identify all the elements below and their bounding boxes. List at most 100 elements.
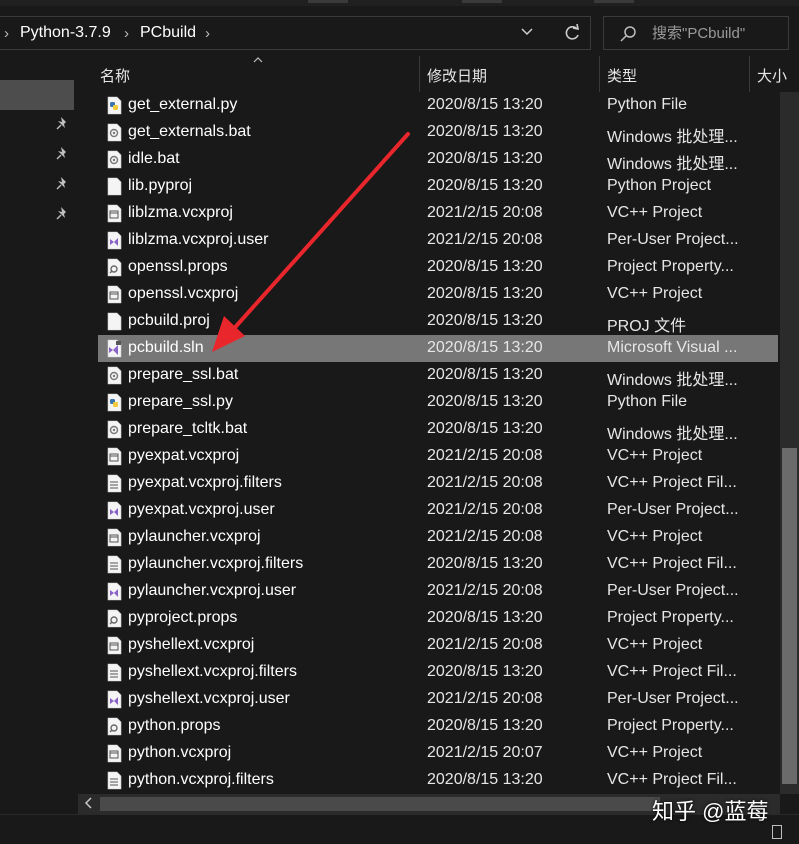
file-row[interactable]: pyshellext.vcxproj.filters 2020/8/15 13:2…	[98, 659, 778, 686]
file-name[interactable]: pcbuild.sln	[128, 339, 204, 357]
file-name[interactable]: pyshellext.vcxproj.filters	[128, 663, 297, 681]
file-row[interactable]: liblzma.vcxproj 2021/2/15 20:08 VC++ Proje…	[98, 200, 778, 227]
file-name[interactable]: pyexpat.vcxproj.user	[128, 501, 275, 519]
file-row[interactable]: prepare_ssl.py 2020/8/15 13:20 Python File	[98, 389, 778, 416]
file-date: 2020/8/15 13:20	[427, 285, 543, 302]
file-name[interactable]: pylauncher.vcxproj	[128, 528, 261, 546]
file-name[interactable]: idle.bat	[128, 150, 180, 168]
file-row[interactable]: pyexpat.vcxproj.user 2021/2/15 20:08 Per-U…	[98, 497, 778, 524]
vs-user-file-icon	[106, 231, 122, 250]
pin-icon[interactable]	[56, 206, 70, 222]
vertical-scroll-thumb[interactable]	[782, 448, 797, 784]
column-size-label: 大小	[757, 68, 788, 85]
batch-file-icon	[106, 420, 122, 439]
pin-icon[interactable]	[56, 176, 70, 192]
ribbon-tab-fragment[interactable]	[594, 0, 634, 3]
file-name[interactable]: lib.pyproj	[128, 177, 192, 195]
file-row[interactable]: python.vcxproj 2021/2/15 20:07 VC++ Projec…	[98, 740, 778, 767]
file-type: Project Property...	[607, 258, 734, 275]
file-row[interactable]: liblzma.vcxproj.user 2021/2/15 20:08 Per-U…	[98, 227, 778, 254]
ribbon-tab-fragment[interactable]	[462, 0, 502, 3]
file-row[interactable]: pyshellext.vcxproj 2021/2/15 20:08 VC++ Pr…	[98, 632, 778, 659]
file-row[interactable]: python.vcxproj.filters 2020/8/15 13:20 VC+…	[98, 767, 778, 794]
file-row[interactable]: openssl.props 2020/8/15 13:20 Project Prop…	[98, 254, 778, 281]
file-type: Windows 批处理...	[607, 372, 738, 389]
pin-icon[interactable]	[56, 146, 70, 162]
file-row[interactable]: openssl.vcxproj 2020/8/15 13:20 VC++ Proje…	[98, 281, 778, 308]
file-date: 2021/2/15 20:08	[427, 204, 543, 221]
refresh-icon[interactable]	[562, 21, 582, 50]
batch-file-icon	[106, 150, 122, 169]
search-input[interactable]	[652, 17, 784, 49]
file-name[interactable]: python.vcxproj.filters	[128, 771, 274, 789]
vertical-scrollbar[interactable]	[780, 92, 799, 794]
file-name[interactable]: prepare_tcltk.bat	[128, 420, 247, 438]
file-date: 2021/2/15 20:08	[427, 474, 543, 491]
file-row[interactable]: prepare_ssl.bat 2020/8/15 13:20 Windows 批处…	[98, 362, 778, 389]
file-row[interactable]: pyexpat.vcxproj 2021/2/15 20:08 VC++ Proje…	[98, 443, 778, 470]
file-name[interactable]: prepare_ssl.bat	[128, 366, 238, 384]
column-size[interactable]: 大小	[750, 56, 799, 92]
file-row[interactable]: get_external.py 2020/8/15 13:20 Python Fil…	[98, 92, 778, 119]
file-name[interactable]: liblzma.vcxproj	[128, 204, 233, 222]
breadcrumb-separator[interactable]: ›	[205, 25, 210, 42]
file-name[interactable]: prepare_ssl.py	[128, 393, 233, 411]
file-type: Project Property...	[607, 717, 734, 734]
file-type: VC++ Project	[607, 285, 703, 302]
file-row[interactable]: pcbuild.proj 2020/8/15 13:20 PROJ 文件	[98, 308, 778, 335]
search-box[interactable]	[603, 16, 789, 50]
file-type: VC++ Project	[607, 204, 703, 221]
pin-icon[interactable]	[56, 116, 70, 132]
file-name[interactable]: pyproject.props	[128, 609, 237, 627]
file-row[interactable]: pylauncher.vcxproj 2021/2/15 20:08 VC++ Pr…	[98, 524, 778, 551]
column-date[interactable]: 修改日期	[420, 56, 600, 92]
file-row[interactable]: pyexpat.vcxproj.filters 2021/2/15 20:08 VC…	[98, 470, 778, 497]
details-view-icon[interactable]	[772, 825, 782, 839]
file-row[interactable]: pylauncher.vcxproj.filters 2020/8/15 13:2…	[98, 551, 778, 578]
file-name[interactable]: get_externals.bat	[128, 123, 251, 141]
file-row[interactable]: idle.bat 2020/8/15 13:20 Windows 批处理...	[98, 146, 778, 173]
props-file-icon	[106, 609, 122, 628]
nav-selected-item[interactable]	[0, 80, 74, 110]
file-date: 2021/2/15 20:08	[427, 690, 543, 707]
address-box[interactable]: › Python-3.7.9 › PCbuild ›	[0, 16, 591, 50]
file-type: Per-User Project...	[607, 582, 739, 599]
file-name[interactable]: openssl.vcxproj	[128, 285, 238, 303]
breadcrumb-item-pcbuild[interactable]: PCbuild	[140, 24, 196, 42]
breadcrumb-separator[interactable]: ›	[4, 25, 9, 42]
file-name[interactable]: pyshellext.vcxproj.user	[128, 690, 290, 708]
file-name[interactable]: python.props	[128, 717, 221, 735]
file-row[interactable]: lib.pyproj 2020/8/15 13:20 Python Project	[98, 173, 778, 200]
file-name[interactable]: python.vcxproj	[128, 744, 231, 762]
file-row[interactable]: get_externals.bat 2020/8/15 13:20 Windows …	[98, 119, 778, 146]
file-row[interactable]: pcbuild.sln 2020/8/15 13:20 Microsoft Visu…	[98, 335, 778, 362]
file-name[interactable]: pcbuild.proj	[128, 312, 210, 330]
vcxproj-file-icon	[106, 447, 122, 466]
horizontal-scroll-thumb[interactable]	[100, 797, 660, 811]
file-row[interactable]: pyshellext.vcxproj.user 2021/2/15 20:08 Pe…	[98, 686, 778, 713]
ribbon-tab-fragment[interactable]	[308, 0, 348, 3]
file-row[interactable]: python.props 2020/8/15 13:20 Project Prope…	[98, 713, 778, 740]
file-name[interactable]: openssl.props	[128, 258, 228, 276]
column-name[interactable]: 名称	[78, 56, 420, 92]
file-row[interactable]: prepare_tcltk.bat 2020/8/15 13:20 Windows …	[98, 416, 778, 443]
file-type: VC++ Project	[607, 744, 703, 761]
file-name[interactable]: pyexpat.vcxproj	[128, 447, 239, 465]
column-type[interactable]: 类型	[600, 56, 750, 92]
file-date: 2020/8/15 13:20	[427, 258, 543, 275]
file-name[interactable]: pyexpat.vcxproj.filters	[128, 474, 282, 492]
breadcrumb-separator[interactable]: ›	[124, 25, 129, 42]
file-date: 2020/8/15 13:20	[427, 771, 543, 788]
file-name[interactable]: get_external.py	[128, 96, 237, 114]
file-date: 2021/2/15 20:07	[427, 744, 543, 761]
file-name[interactable]: liblzma.vcxproj.user	[128, 231, 268, 249]
breadcrumb-item-python[interactable]: Python-3.7.9	[20, 24, 111, 42]
file-row[interactable]: pyproject.props 2020/8/15 13:20 Project Pr…	[98, 605, 778, 632]
file-name[interactable]: pyshellext.vcxproj	[128, 636, 254, 654]
chevron-down-icon[interactable]	[520, 23, 534, 44]
scroll-left-icon[interactable]	[84, 796, 94, 813]
file-name[interactable]: pylauncher.vcxproj.user	[128, 582, 296, 600]
filters-file-icon	[106, 771, 122, 790]
file-row[interactable]: pylauncher.vcxproj.user 2021/2/15 20:08 Pe…	[98, 578, 778, 605]
file-name[interactable]: pylauncher.vcxproj.filters	[128, 555, 303, 573]
